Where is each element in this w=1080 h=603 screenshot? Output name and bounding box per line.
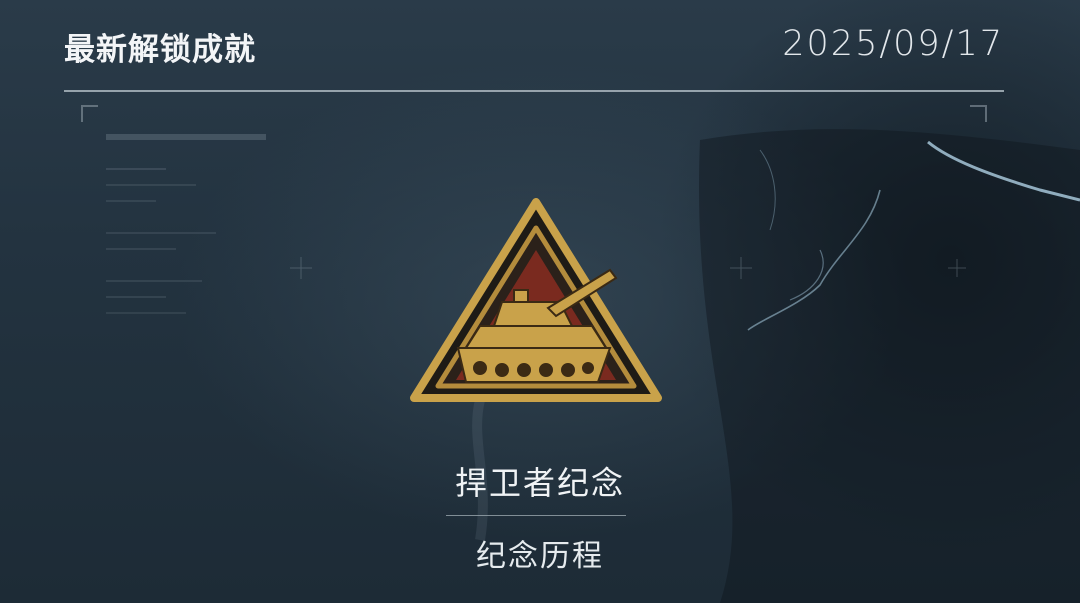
- achievement-category-link[interactable]: 纪念历程: [0, 531, 1080, 575]
- header-title: 最新解锁成就: [64, 32, 256, 68]
- header-date: 2025/09/17: [782, 24, 1004, 64]
- tank-triangle-badge-icon: [410, 198, 662, 402]
- name-divider: [446, 515, 626, 516]
- header-divider: [64, 90, 1004, 92]
- achievement-name: 捍卫者纪念: [454, 464, 625, 502]
